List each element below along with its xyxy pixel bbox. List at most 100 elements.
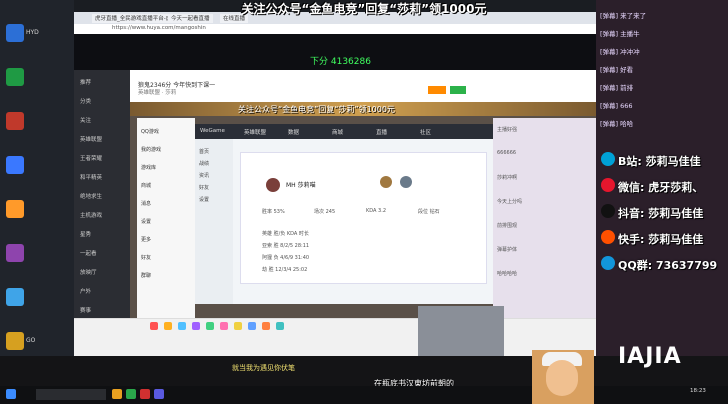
wegame-nav-item[interactable]: 商城	[332, 128, 343, 136]
desktop-app-icon[interactable]	[6, 244, 24, 262]
social-icon	[601, 230, 615, 244]
gift-icon[interactable]	[234, 322, 242, 330]
desktop-app-icon[interactable]	[6, 68, 24, 86]
stat-item: 段位 钻石	[418, 209, 440, 215]
social-handle: 快手: 莎莉马佳佳	[618, 233, 704, 246]
match-row[interactable]: 劫 胜 12/3/4 25:02	[262, 266, 307, 273]
wegame-nav-item[interactable]: 英雄联盟	[244, 128, 266, 136]
social-icon	[601, 204, 615, 218]
top-banner: 关注公众号“金鱼电竞”回复“莎莉”领1000元	[241, 2, 487, 16]
wegame-topbar	[195, 124, 493, 139]
chat-message: 666666	[497, 150, 517, 156]
streamer-face	[546, 360, 578, 396]
desktop-app-icon[interactable]	[6, 112, 24, 130]
qq-menu-item[interactable]: 游戏库	[141, 164, 156, 171]
social-icon	[601, 178, 615, 192]
sidebar-item[interactable]: 推荐	[80, 78, 91, 86]
match-row[interactable]: 亚索 胜 8/2/5 28:11	[262, 242, 309, 249]
lyric-subtitle: 就当我为遇见你伏笔	[232, 364, 295, 372]
match-row[interactable]: 英雄 胜/负 KDA 时长	[262, 230, 309, 237]
chat-message: [弹幕] 主播牛	[600, 30, 640, 38]
gift-icon[interactable]	[248, 322, 256, 330]
webcam-overlay	[418, 306, 504, 356]
gift-icon[interactable]	[206, 322, 214, 330]
wegame-nav-item[interactable]: 直播	[376, 128, 387, 136]
desktop-icon-column	[0, 0, 74, 380]
wegame-profile-panel	[240, 152, 487, 284]
chat-message: 莎莉冲啊	[497, 175, 518, 181]
chat-message: 哈哈哈哈	[497, 271, 518, 277]
sidebar-item[interactable]: 王者荣耀	[80, 154, 102, 162]
sidebar-item[interactable]: 放映厅	[80, 268, 97, 276]
qq-menu-item[interactable]: QQ游戏	[141, 128, 159, 135]
qq-menu-item[interactable]: 消息	[141, 200, 151, 207]
app-icon[interactable]	[154, 389, 164, 399]
match-row[interactable]: 阿狸 负 4/6/9 31:40	[262, 254, 309, 261]
stat-item: 场次 245	[314, 209, 336, 215]
desktop-app-label: GO	[26, 337, 36, 344]
start-icon[interactable]	[6, 389, 16, 399]
wegame-side-item[interactable]: 设置	[199, 196, 209, 203]
wegame-side-item[interactable]: 战绩	[199, 160, 209, 167]
streamer-name-overlay: IAJIA	[618, 344, 682, 369]
desktop-app-icon[interactable]	[6, 156, 24, 174]
desktop-app-icon[interactable]	[6, 332, 24, 350]
sidebar-item[interactable]: 户外	[80, 287, 91, 295]
chat-message: 弹幕护体	[497, 247, 518, 253]
wegame-nav-item[interactable]: 数据	[288, 128, 299, 136]
follow-button[interactable]	[450, 86, 466, 94]
taskbar	[0, 386, 728, 404]
sidebar-item[interactable]: 关注	[80, 116, 91, 124]
sidebar-item[interactable]: 星秀	[80, 230, 91, 238]
rank-icon	[380, 176, 392, 188]
qq-menu-item[interactable]: 更多	[141, 236, 151, 243]
wegame-side-item[interactable]: 资讯	[199, 172, 209, 179]
app-icon[interactable]	[140, 389, 150, 399]
sidebar-item[interactable]: 主机游戏	[80, 211, 102, 219]
qq-menu-item[interactable]: 我的游戏	[141, 146, 161, 153]
desktop-app-label: HYD	[26, 29, 39, 36]
gift-icon[interactable]	[164, 322, 172, 330]
gift-icon[interactable]	[276, 322, 284, 330]
gift-icon[interactable]	[262, 322, 270, 330]
gift-icon[interactable]	[178, 322, 186, 330]
qq-menu-item[interactable]: 群聊	[141, 272, 151, 279]
chat-message: [弹幕] 666	[600, 102, 633, 110]
chat-message: [弹幕] 哈哈	[600, 120, 634, 128]
gift-icon[interactable]	[220, 322, 228, 330]
wegame-side-item[interactable]: 首页	[199, 148, 209, 155]
wegame-side-item[interactable]: 好友	[199, 184, 209, 191]
score-display: 下分 4136286	[310, 57, 371, 67]
browser-icon[interactable]	[126, 389, 136, 399]
gift-icon[interactable]	[192, 322, 200, 330]
social-icon	[601, 256, 615, 270]
desktop-app-icon[interactable]	[6, 200, 24, 218]
qq-menu-item[interactable]: 商城	[141, 182, 151, 189]
chat-message: 主播好强	[497, 127, 518, 133]
taskbar-search[interactable]	[36, 389, 106, 400]
folder-icon[interactable]	[112, 389, 122, 399]
subscribe-button[interactable]	[428, 86, 446, 94]
url-text[interactable]: https://www.huya.com/mangoshin	[112, 25, 206, 31]
sidebar-item[interactable]: 一起看	[80, 249, 97, 257]
social-handle: QQ群: 73637799	[618, 259, 718, 272]
social-icon	[601, 152, 615, 166]
desktop-app-icon[interactable]	[6, 24, 24, 42]
wegame-nav-item[interactable]: 社区	[420, 128, 431, 136]
video-caption: 关注公众号“金鱼电竞”回复“莎莉”领1000元	[238, 105, 395, 114]
wegame-nav-item[interactable]: WeGame	[200, 128, 225, 134]
sidebar-item[interactable]: 和平精英	[80, 173, 102, 181]
sidebar-item[interactable]: 赛事	[80, 306, 91, 314]
stat-item: KDA 3.2	[366, 208, 387, 214]
sidebar-item[interactable]: 英雄联盟	[80, 135, 102, 143]
avatar[interactable]	[266, 178, 280, 192]
sidebar-item[interactable]: 分类	[80, 97, 91, 105]
rank-icon	[400, 176, 412, 188]
gift-icon[interactable]	[150, 322, 158, 330]
qq-menu-item[interactable]: 设置	[141, 218, 151, 225]
clock: 18:23	[690, 388, 706, 394]
social-handle: 抖音: 莎莉马佳佳	[618, 207, 704, 220]
desktop-app-icon[interactable]	[6, 288, 24, 306]
qq-menu-item[interactable]: 好友	[141, 254, 151, 261]
sidebar-item[interactable]: 绝地求生	[80, 192, 102, 200]
